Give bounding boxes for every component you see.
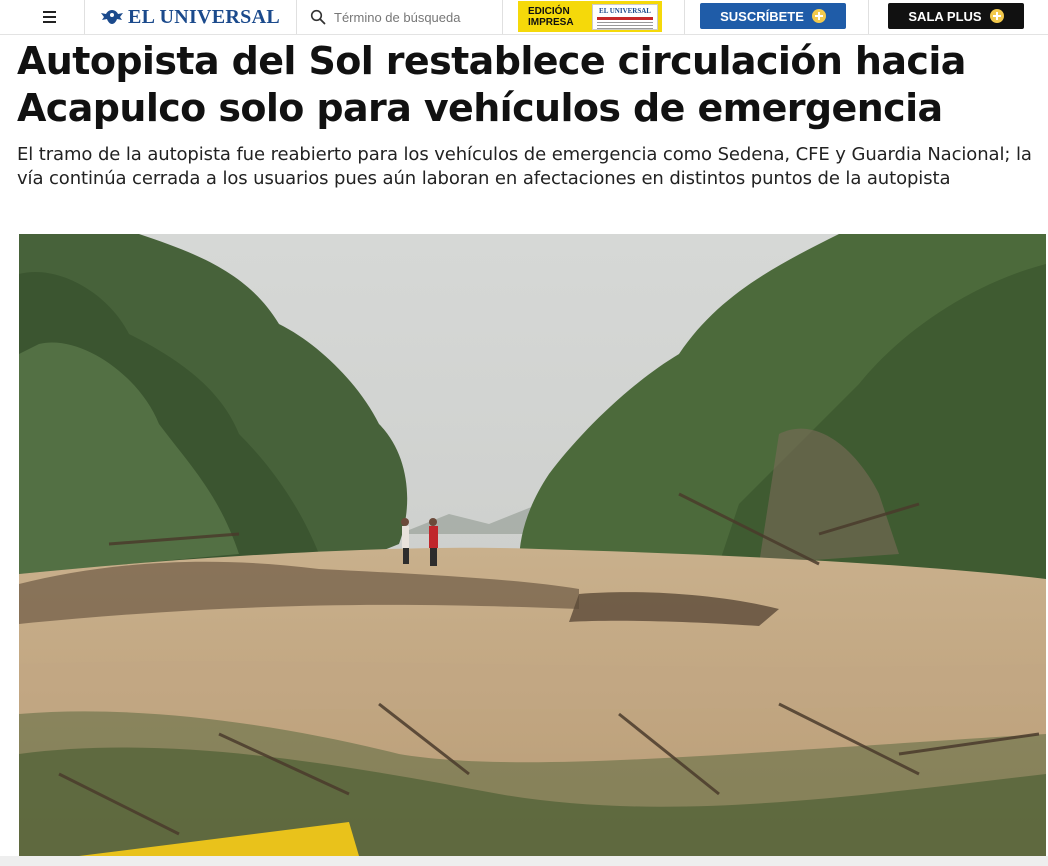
article-headline: Autopista del Sol restablece circulación… bbox=[17, 39, 966, 130]
divider bbox=[684, 0, 685, 34]
divider bbox=[868, 0, 869, 34]
edicion-label: EDICIÓN IMPRESA bbox=[518, 6, 588, 28]
divider bbox=[502, 0, 503, 34]
search-box[interactable] bbox=[310, 6, 500, 28]
hamburger-menu-icon[interactable] bbox=[36, 6, 64, 28]
site-logo[interactable]: EL UNIVERSAL bbox=[100, 4, 280, 30]
newspaper-masthead: EL UNIVERSAL bbox=[599, 7, 651, 15]
bottom-strip bbox=[0, 856, 1048, 866]
plus-circle-icon bbox=[811, 9, 826, 23]
plus-circle-icon bbox=[989, 9, 1004, 23]
article-main-photo[interactable] bbox=[19, 234, 1046, 856]
menu-line bbox=[43, 21, 56, 23]
newspaper-bar bbox=[597, 17, 653, 20]
subscribe-button[interactable]: SUSCRÍBETE bbox=[700, 3, 846, 29]
divider bbox=[296, 0, 297, 34]
newspaper-lines bbox=[597, 22, 653, 30]
edicion-line2: IMPRESA bbox=[528, 16, 574, 28]
edicion-line1: EDICIÓN bbox=[528, 5, 570, 17]
edicion-impresa-button[interactable]: EDICIÓN IMPRESA EL UNIVERSAL bbox=[518, 1, 662, 32]
subscribe-label: SUSCRÍBETE bbox=[720, 8, 804, 24]
search-input[interactable] bbox=[334, 9, 494, 25]
top-navigation-bar: EL UNIVERSAL EDICIÓN IMPRESA EL UNIVERSA… bbox=[0, 0, 1048, 35]
divider bbox=[84, 0, 85, 34]
photo-illustration bbox=[19, 234, 1046, 856]
eagle-logo-icon bbox=[101, 10, 123, 24]
salaplus-label: SALA PLUS bbox=[908, 8, 982, 24]
sala-plus-button[interactable]: SALA PLUS bbox=[888, 3, 1024, 29]
newspaper-thumbnail-icon: EL UNIVERSAL bbox=[592, 4, 658, 30]
logo-text: EL UNIVERSAL bbox=[128, 5, 280, 28]
menu-line bbox=[43, 11, 56, 13]
search-icon[interactable] bbox=[310, 9, 326, 25]
menu-line bbox=[43, 16, 56, 18]
article-summary: El tramo de la autopista fue reabierto p… bbox=[17, 144, 1032, 189]
